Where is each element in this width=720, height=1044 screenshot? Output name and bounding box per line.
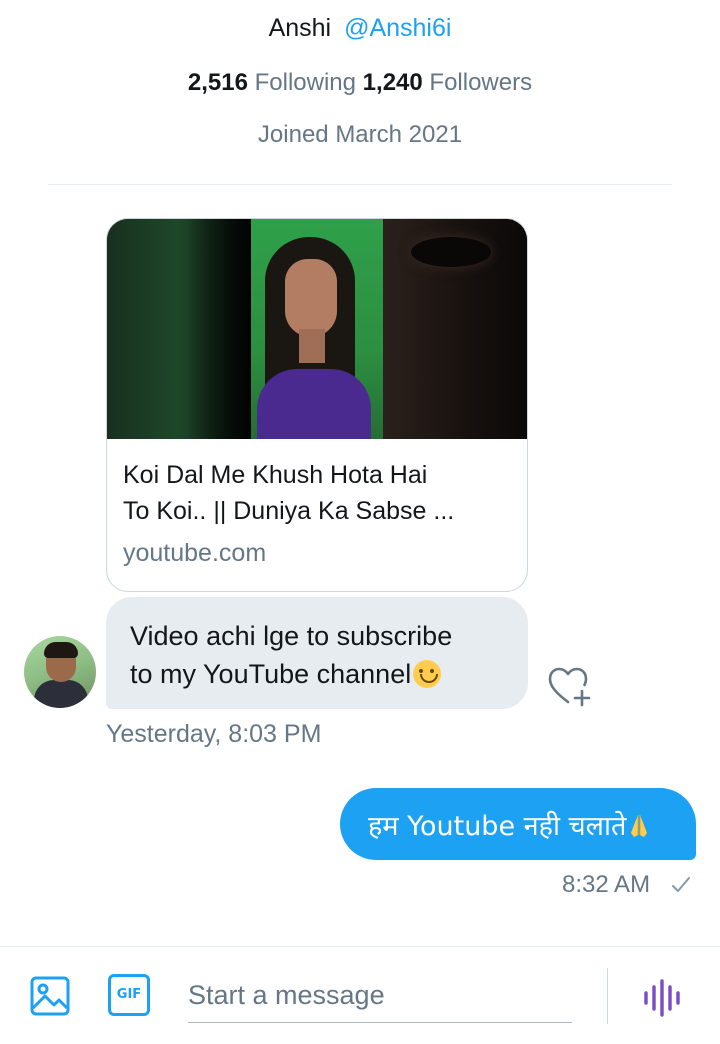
message-input[interactable]: [188, 968, 572, 1023]
sent-message-bubble[interactable]: हम Youtube नही चलाते: [340, 788, 696, 860]
joined-date: Joined March 2021: [257, 121, 463, 148]
received-message-text: Video achi lge to subscribe to my YouTub…: [130, 617, 510, 693]
link-card-title-line2: To Koi.. || Duniya Ka Sabse ...: [123, 497, 455, 525]
profile-divider: [48, 184, 672, 185]
profile-name: Anshi: [268, 14, 332, 42]
following-label[interactable]: Following: [255, 69, 356, 96]
profile-handle[interactable]: @Anshi6i: [344, 14, 451, 42]
composer-divider-top: [0, 946, 720, 947]
composer-divider: [607, 968, 608, 1024]
voice-message-icon[interactable]: [640, 978, 684, 1018]
received-message-line2: to my YouTube channel: [130, 659, 412, 689]
check-icon: [672, 877, 690, 892]
followers-count[interactable]: 1,240: [363, 69, 423, 96]
sent-message-text: हम Youtube नही चलाते: [368, 806, 650, 843]
profile-name-row: Anshi @Anshi6i: [0, 14, 720, 43]
thumbnail-right-panel: [383, 219, 527, 439]
profile-stats: 2,516 Following 1,240 Followers: [0, 69, 720, 97]
link-card-title[interactable]: Koi Dal Me Khush Hota Hai To Koi.. || Du…: [123, 457, 515, 529]
smiling-face-emoji-icon: [413, 660, 442, 688]
received-message-bubble[interactable]: Video achi lge to subscribe to my YouTub…: [106, 597, 528, 709]
following-count[interactable]: 2,516: [188, 69, 248, 96]
heart-plus-icon[interactable]: [546, 664, 594, 708]
link-card-title-line1: Koi Dal Me Khush Hota Hai: [123, 461, 428, 489]
image-icon[interactable]: [28, 974, 72, 1018]
received-message-line1: Video achi lge to subscribe: [130, 621, 453, 651]
video-thumbnail[interactable]: [107, 219, 527, 439]
received-message-timestamp: Yesterday, 8:03 PM: [106, 720, 322, 748]
gif-button[interactable]: GIF: [108, 974, 150, 1016]
followers-label[interactable]: Followers: [429, 69, 532, 96]
thumbnail-left-panel: [107, 219, 251, 439]
folded-hands-emoji-icon: [631, 815, 648, 837]
link-card-domain: youtube.com: [123, 539, 267, 567]
sent-message-timestamp: 8:32 AM: [562, 871, 651, 898]
sender-avatar[interactable]: [24, 636, 96, 708]
sent-message-content: हम Youtube नही चलाते: [368, 811, 627, 842]
youtube-link-card[interactable]: Koi Dal Me Khush Hota Hai To Koi.. || Du…: [106, 218, 528, 592]
